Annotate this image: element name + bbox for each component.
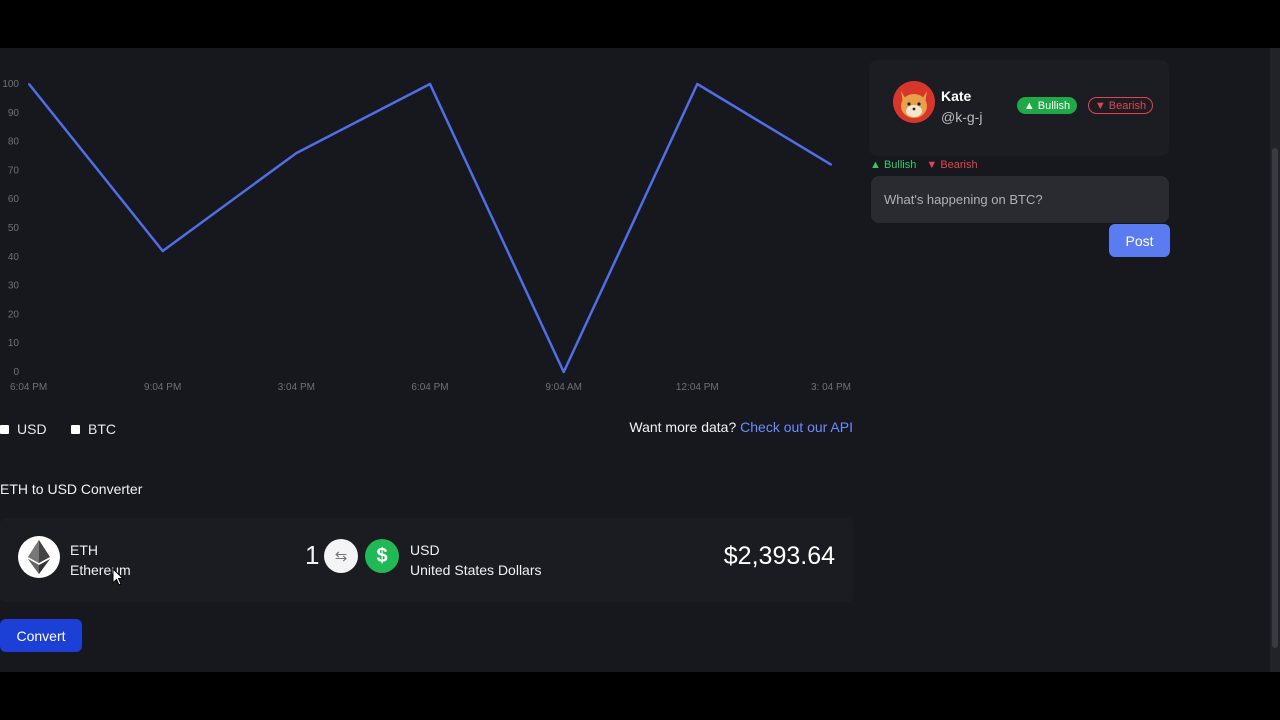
- profile-card: Kate @k-g-j ▲ Bullish ▼ Bearish: [869, 60, 1169, 156]
- bullish-badge[interactable]: ▲ Bullish: [1017, 97, 1077, 114]
- bearish-option-label: Bearish: [940, 159, 978, 171]
- api-prompt: Want more data?: [629, 419, 737, 435]
- down-triangle-icon: ▼: [1094, 99, 1106, 112]
- y-tick-label: 70: [8, 165, 20, 176]
- y-tick-label: 60: [8, 194, 20, 205]
- x-tick-label: 12:04 PM: [676, 382, 719, 393]
- to-currency-symbol: USD: [410, 542, 440, 558]
- btc-checkbox[interactable]: BTC: [71, 421, 116, 437]
- x-tick-label: 3: 04 PM: [811, 382, 851, 393]
- btc-checkbox-box[interactable]: [71, 424, 80, 434]
- swap-icon[interactable]: ⇆: [324, 539, 358, 573]
- converter-title: ETH to USD Converter: [0, 481, 143, 497]
- avatar[interactable]: [893, 81, 935, 123]
- conversion-result: $2,393.64: [723, 542, 835, 570]
- price-series-line: [28, 82, 832, 374]
- converter-panel: ETH Ethereum 1 ⇆ $ USD United States Dol…: [0, 518, 853, 602]
- convert-button[interactable]: Convert: [0, 619, 82, 652]
- x-tick-label: 3:04 PM: [278, 382, 315, 393]
- data-point: [161, 250, 164, 253]
- usd-checkbox-box[interactable]: [0, 424, 9, 434]
- to-currency[interactable]: USD United States Dollars: [410, 540, 542, 580]
- bearish-badge[interactable]: ▼ Bearish: [1088, 97, 1153, 114]
- post-button[interactable]: Post: [1109, 224, 1170, 257]
- y-tick-label: 10: [8, 338, 20, 349]
- bearish-option[interactable]: ▼ Bearish: [926, 159, 977, 171]
- scrollbar[interactable]: [1270, 48, 1280, 672]
- y-tick-label: 20: [8, 309, 20, 320]
- post-input[interactable]: [871, 176, 1169, 223]
- usd-checkbox[interactable]: USD: [0, 421, 47, 437]
- y-tick-label: 50: [8, 223, 20, 234]
- api-promo: Want more data? Check out our API: [629, 419, 853, 435]
- user-handle: @k-g-j: [941, 109, 983, 125]
- usd-checkbox-label: USD: [17, 421, 47, 437]
- chart-controls: USD BTC Want more data? Check out our AP…: [0, 419, 860, 439]
- y-tick-label: 80: [8, 137, 20, 148]
- dollar-icon: $: [365, 539, 399, 573]
- y-tick-label: 0: [13, 367, 19, 378]
- sentiment-selector: ▲ Bullish ▼ Bearish: [870, 159, 978, 171]
- y-tick-label: 100: [2, 79, 19, 90]
- data-point: [830, 163, 832, 166]
- from-coin-symbol: ETH: [70, 542, 98, 558]
- x-tick-label: 9:04 AM: [545, 382, 582, 393]
- bearish-badge-label: Bearish: [1108, 99, 1147, 112]
- user-name: Kate: [941, 88, 972, 104]
- amount-value[interactable]: 1: [305, 540, 319, 571]
- x-tick-label: 9:04 PM: [144, 382, 181, 393]
- api-link[interactable]: Check out our API: [740, 419, 853, 435]
- data-point: [562, 371, 565, 373]
- y-tick-label: 30: [8, 281, 20, 292]
- price-chart: 0 10 20 30 40 50 60 70 80 90 100 6:04 PM 9:04 PM 3:0…: [2, 79, 851, 393]
- data-point: [28, 83, 30, 85]
- bullish-option-label: Bullish: [883, 159, 917, 171]
- down-triangle-icon: ▼: [926, 159, 938, 171]
- ethereum-icon: [18, 536, 60, 578]
- data-point: [429, 83, 431, 85]
- mouse-cursor-icon: [112, 568, 124, 586]
- data-point: [295, 152, 298, 155]
- bullish-option[interactable]: ▲ Bullish: [870, 159, 916, 171]
- y-tick-label: 90: [8, 108, 20, 119]
- up-triangle-icon: ▲: [1023, 99, 1035, 112]
- btc-checkbox-label: BTC: [88, 421, 116, 437]
- up-triangle-icon: ▲: [870, 159, 881, 171]
- bullish-badge-label: Bullish: [1037, 99, 1071, 112]
- y-tick-label: 40: [8, 252, 20, 263]
- scrollbar-thumb[interactable]: [1272, 148, 1278, 648]
- data-point: [696, 83, 699, 85]
- to-currency-name: United States Dollars: [410, 562, 542, 578]
- app-window: 0 10 20 30 40 50 60 70 80 90 100 6:04 PM 9:04 PM 3:0…: [0, 48, 1280, 672]
- x-axis: 6:04 PM 9:04 PM 3:04 PM 6:04 PM 9:04 AM 12:04…: [10, 382, 851, 393]
- x-tick-label: 6:04 PM: [10, 382, 47, 393]
- x-tick-label: 6:04 PM: [411, 382, 448, 393]
- y-axis: 0 10 20 30 40 50 60 70 80 90 100: [2, 79, 19, 378]
